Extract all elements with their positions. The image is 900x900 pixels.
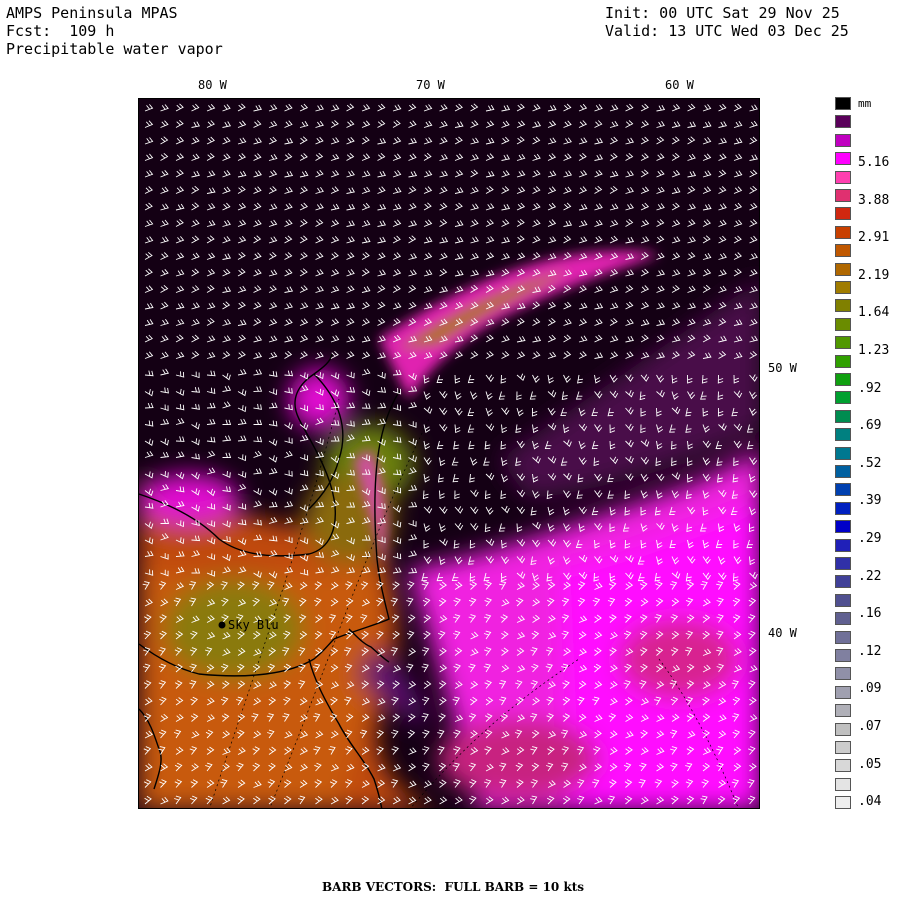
legend-swatch [835,225,851,239]
forecast-hour: Fcst: 109 h [6,22,115,40]
legend-swatch [835,170,851,184]
legend-swatch [835,336,851,350]
barb-footer: BARB VECTORS: FULL BARB = 10 kts [322,880,585,894]
legend-tick-label: .05 [858,756,882,772]
legend-tick-label: .69 [858,418,882,434]
init-time: Init: 00 UTC Sat 29 Nov 25 [605,4,840,22]
legend-swatch [835,391,851,405]
legend-swatch [835,575,851,589]
legend-tick-label: .12 [858,643,882,659]
legend-swatch [835,630,851,644]
legend-tick-label: .22 [858,568,882,584]
legend-tick-label: .04 [858,794,882,810]
legend-swatch [835,685,851,699]
lon-label-80w: 80 W [198,78,227,92]
station-label: Sky Blu [228,618,279,632]
lon-label-70w: 70 W [416,78,445,92]
legend-swatch [835,520,851,534]
lon-label-40w: 40 W [768,626,797,640]
legend-tick-label: .39 [858,493,882,509]
legend-swatch [835,262,851,276]
legend-swatch [835,465,851,478]
legend-swatch [835,796,851,810]
legend-tick-label: .29 [858,531,882,546]
legend-swatch [835,777,851,791]
legend-swatch [835,667,851,681]
legend-swatch [835,612,851,626]
legend-tick-label: .16 [858,606,882,622]
legend-tick-label: .09 [858,681,882,697]
legend-tick-label: .07 [858,719,882,734]
legend-swatch [835,538,851,552]
legend-swatch [835,354,851,368]
legend-tick-label: 5.16 [858,155,890,170]
legend-tick-label: 2.91 [858,230,890,246]
legend-swatch [835,152,851,166]
legend-swatch [835,299,851,313]
lon-label-50w: 50 W [768,361,797,375]
lon-label-60w: 60 W [665,78,694,92]
legend-swatch [835,501,851,515]
station-marker [218,621,226,629]
legend-tick-label: 1.64 [858,305,890,321]
legend-swatch [835,741,851,754]
legend-unit: mm [858,97,872,110]
legend-swatch [835,483,851,497]
legend-swatch [835,446,851,460]
field-name: Precipitable water vapor [6,40,223,58]
header-left: AMPS Peninsula MPAS Fcst: 109 h Precipitab… [6,4,223,58]
legend-tick-label: 1.23 [858,343,890,358]
legend-swatch [835,317,851,331]
legend-swatch [835,207,851,221]
legend-swatch [835,593,851,607]
legend-swatch [835,115,851,129]
legend-tick-label: .92 [858,380,882,396]
legend-swatch [835,97,851,110]
header-right: Init: 00 UTC Sat 29 Nov 25 Valid: 13 UTC … [605,4,849,40]
legend-swatch [835,133,851,147]
station-sky-blu: Sky Blu [218,618,279,632]
legend-swatch [835,244,851,258]
map-panel: Sky Blu [138,98,760,809]
legend-swatch [835,649,851,662]
legend-tick-label: 3.88 [858,192,890,208]
legend-swatch [835,428,851,442]
legend-swatch [835,373,851,386]
legend-swatch [835,409,851,423]
model-title: AMPS Peninsula MPAS [6,4,178,22]
legend-swatch [835,759,851,773]
legend-swatch [835,557,851,570]
valid-time: Valid: 13 UTC Wed 03 Dec 25 [605,22,849,40]
legend-tick-label: .52 [858,455,882,471]
legend-swatch [835,281,851,294]
legend-swatch [835,704,851,718]
map-canvas: Sky Blu [139,99,759,808]
legend-tick-label: 2.19 [858,267,890,283]
legend-swatch [835,189,851,202]
legend-swatch [835,722,851,736]
